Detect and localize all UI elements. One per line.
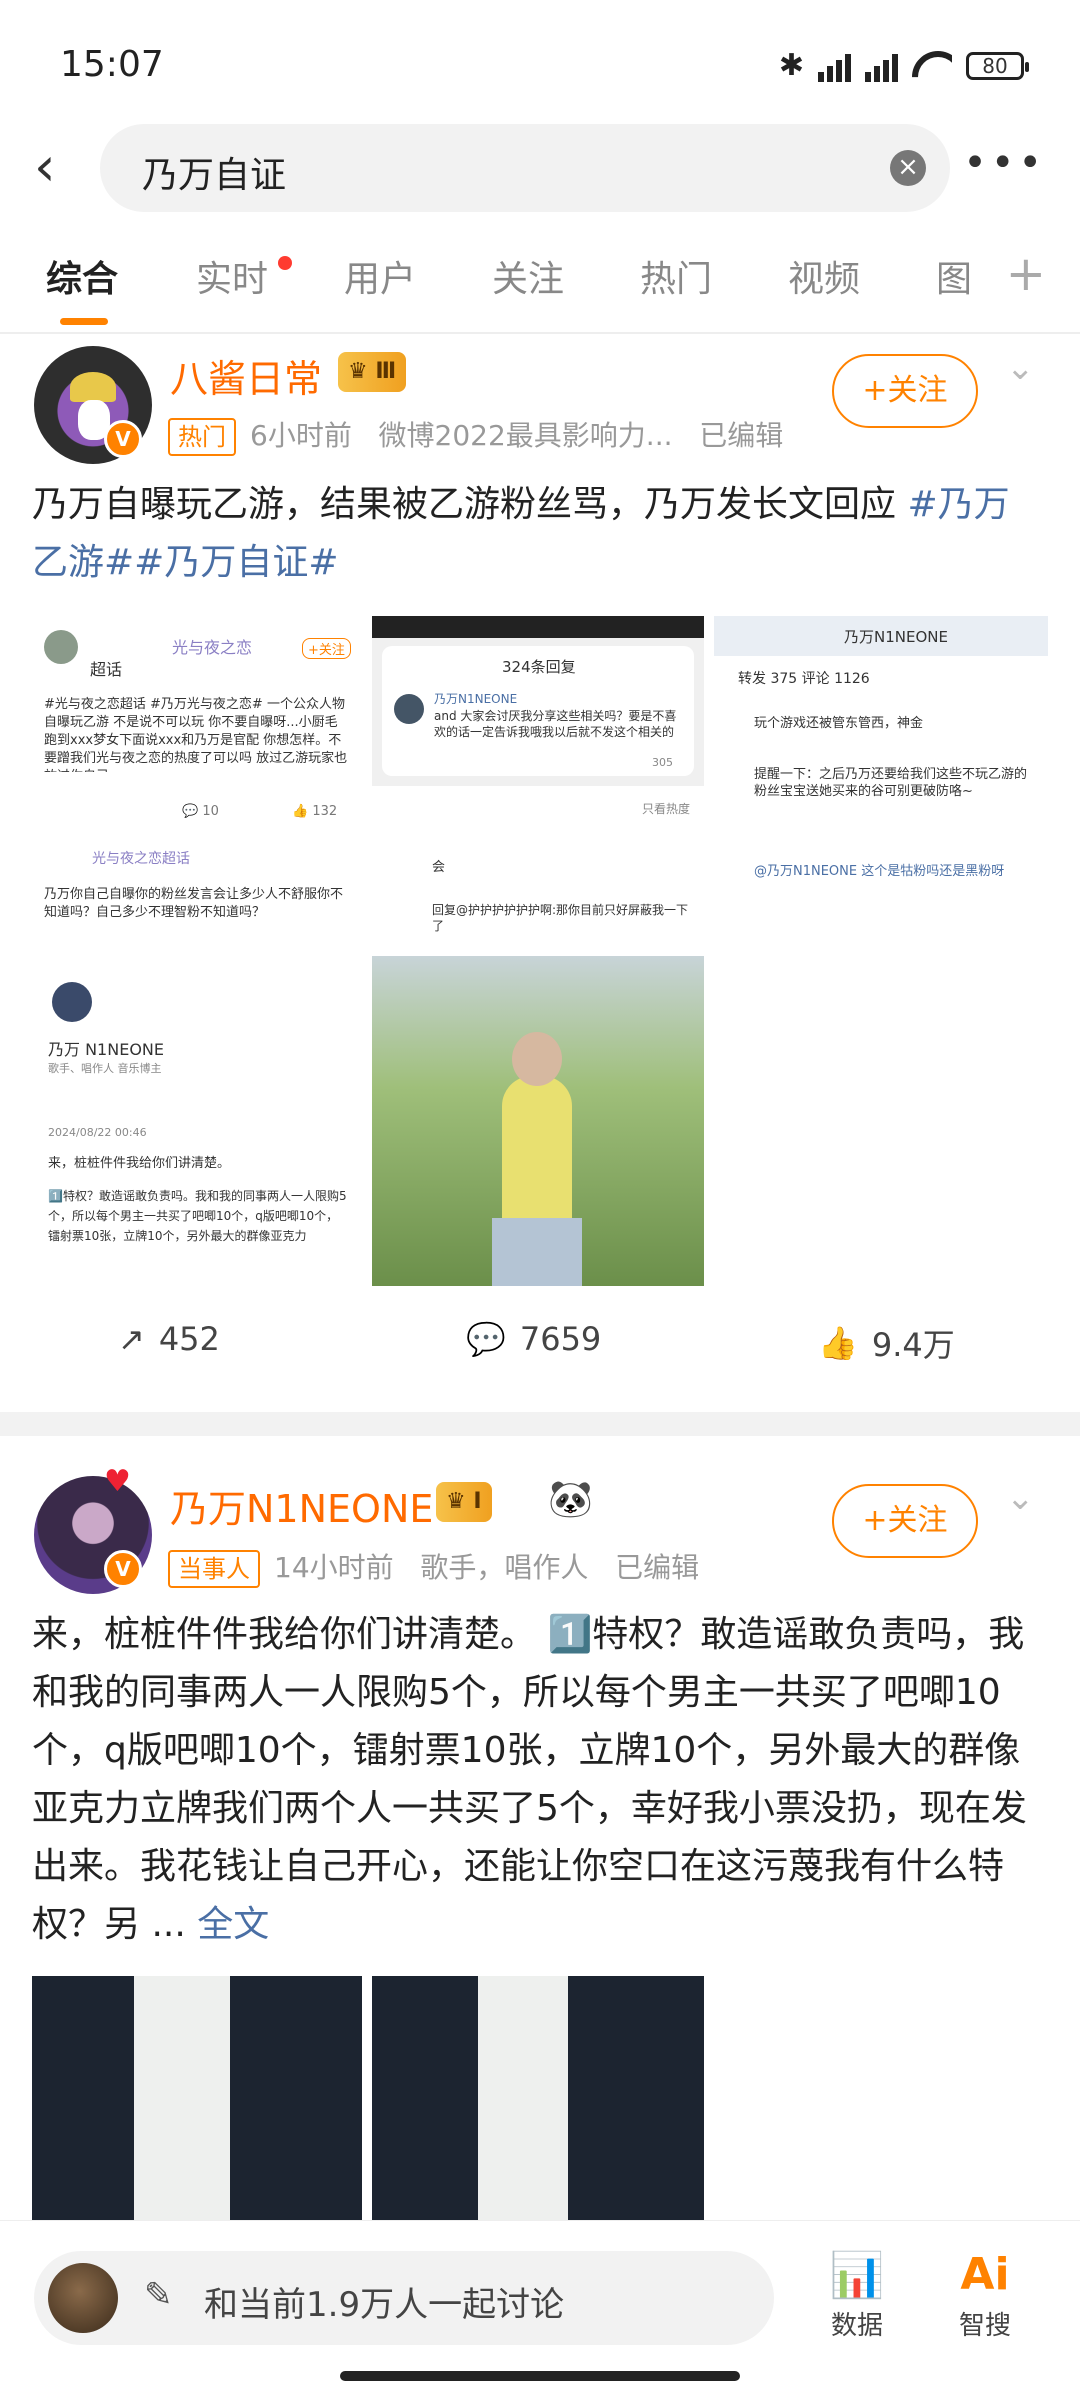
- search-query[interactable]: 乃万自证: [142, 146, 286, 198]
- discuss-input[interactable]: ✎ 和当前1.9万人一起讨论: [34, 2251, 774, 2345]
- post-meta: 热门 6小时前 微博2022最具影响力... 已编辑: [168, 414, 783, 456]
- chevron-down-icon[interactable]: ⌄: [1006, 348, 1035, 388]
- tab-images[interactable]: 图: [936, 250, 972, 302]
- home-indicator[interactable]: [340, 2371, 740, 2381]
- tab-following[interactable]: 关注: [492, 250, 564, 302]
- repost-icon: ↗: [118, 1320, 145, 1358]
- repost-button[interactable]: ↗ 452: [118, 1320, 220, 1358]
- verified-badge-icon: V: [104, 420, 142, 458]
- post-source: 歌手，唱作人: [420, 1551, 589, 1584]
- like-button[interactable]: 👍 9.4万: [818, 1320, 955, 1366]
- user-level-badge: ♛ Ⅰ: [436, 1482, 492, 1522]
- follow-button[interactable]: +关注: [832, 1484, 978, 1558]
- participant-tag: 当事人: [168, 1550, 260, 1588]
- bottom-bar: ✎ 和当前1.9万人一起讨论 📊 数据 Ai 智搜: [0, 2220, 1080, 2400]
- avatar: [48, 2263, 118, 2333]
- ai-icon: Ai: [960, 2249, 1010, 2300]
- smart-search-button[interactable]: Ai 智搜: [940, 2249, 1030, 2342]
- panda-icon: 🐼: [548, 1479, 593, 1520]
- post-time: 14小时前: [274, 1551, 394, 1584]
- divider: [0, 1412, 1080, 1436]
- tab-video[interactable]: 视频: [788, 250, 860, 302]
- comment-icon: 💬: [466, 1320, 506, 1358]
- like-icon: 👍: [818, 1324, 858, 1362]
- post-image[interactable]: 只看热度 会 回复@护护护护护护啊:那你目前只好屏蔽我一下了: [372, 792, 704, 946]
- search-header: ‹ 乃万自证 × •••: [0, 124, 1080, 214]
- battery-icon: 80: [966, 51, 1029, 80]
- post-image[interactable]: 乃万N1NEONE 转发 375 评论 1126 玩个游戏还被管东管西，神金 提…: [714, 616, 1048, 828]
- search-tabs: 综合 实时 用户 关注 热门 视频 图 +: [0, 246, 1080, 330]
- chart-icon: 📊: [829, 2250, 885, 2301]
- add-tab-icon[interactable]: +: [1006, 246, 1046, 302]
- tab-comprehensive[interactable]: 综合: [46, 250, 118, 302]
- tab-hot[interactable]: 热门: [640, 250, 712, 302]
- post-photo[interactable]: [372, 956, 704, 1286]
- post-time: 6小时前: [250, 419, 352, 452]
- hot-tag: 热门: [168, 418, 236, 456]
- user-level-badge: ♛ Ⅲ: [338, 352, 407, 392]
- wifi-icon: [912, 51, 952, 81]
- search-input[interactable]: 乃万自证 ×: [100, 124, 950, 212]
- signal-icon: [818, 50, 851, 82]
- comment-button[interactable]: 💬 7659: [466, 1320, 601, 1358]
- edited-label: 已编辑: [615, 1551, 700, 1584]
- verified-badge-icon: V: [104, 1550, 142, 1588]
- tab-realtime[interactable]: 实时: [196, 250, 268, 302]
- post-username[interactable]: 乃万N1NEONE: [170, 1478, 433, 1533]
- data-button[interactable]: 📊 数据: [812, 2249, 902, 2342]
- post-image[interactable]: 乃万 N1NEONE 歌手、唱作人 音乐博主 2024/08/22 00:46 …: [32, 956, 362, 1286]
- heart-icon: ♥: [104, 1464, 131, 1499]
- receipt-image[interactable]: [32, 1976, 362, 2220]
- follow-button[interactable]: +关注: [832, 354, 978, 428]
- status-bar: 15:07 ✱ 80: [0, 0, 1080, 120]
- divider: [0, 332, 1080, 334]
- clear-search-icon[interactable]: ×: [890, 150, 926, 186]
- tab-users[interactable]: 用户: [344, 250, 416, 302]
- post-text[interactable]: 来，桩桩件件我给你们讲清楚。 1️⃣特权？敢造谣敢负责吗，我和我的同事两人一人限…: [32, 1606, 1052, 1956]
- edited-label: 已编辑: [699, 419, 784, 452]
- post-image[interactable]: @乃万N1NEONE 这个是牯粉吗还是黑粉呀: [714, 836, 1048, 946]
- receipt-image[interactable]: [372, 1976, 704, 2220]
- more-menu-icon[interactable]: •••: [963, 140, 1046, 186]
- post-image[interactable]: 光与夜之恋超话 乃万你自己自曝你的粉丝发言会让多少人不舒服你不知道吗？自己多少不…: [32, 836, 362, 946]
- post-meta: 当事人 14小时前 歌手，唱作人 已编辑: [168, 1546, 699, 1588]
- post-image[interactable]: 光与夜之恋 超话 +关注 #光与夜之恋超话 #乃万光与夜之恋# 一个公众人物 自…: [32, 616, 362, 828]
- signal-icon: [865, 50, 898, 82]
- notification-dot: [278, 256, 292, 270]
- post-image[interactable]: 324条回复 乃万N1NEONE and 大家会讨厌我分享这些相关吗？要是不喜欢…: [372, 616, 704, 786]
- bluetooth-icon: ✱: [778, 48, 804, 83]
- post-source: 微博2022最具影响力...: [378, 419, 673, 452]
- active-tab-indicator: [60, 318, 108, 325]
- back-arrow-icon[interactable]: ‹: [34, 140, 84, 196]
- clock: 15:07: [60, 44, 164, 85]
- chevron-down-icon[interactable]: ⌄: [1006, 1478, 1035, 1518]
- post-username[interactable]: 八酱日常: [170, 348, 322, 403]
- post-actions: ↗ 452 💬 7659 👍 9.4万: [0, 1320, 1080, 1410]
- full-text-link[interactable]: 全文: [197, 1904, 269, 1945]
- post-text[interactable]: 乃万自曝玩乙游，结果被乙游粉丝骂，乃万发长文回应 #乃万 乙游##乃万自证#: [32, 476, 1052, 592]
- pen-icon: ✎: [144, 2275, 173, 2315]
